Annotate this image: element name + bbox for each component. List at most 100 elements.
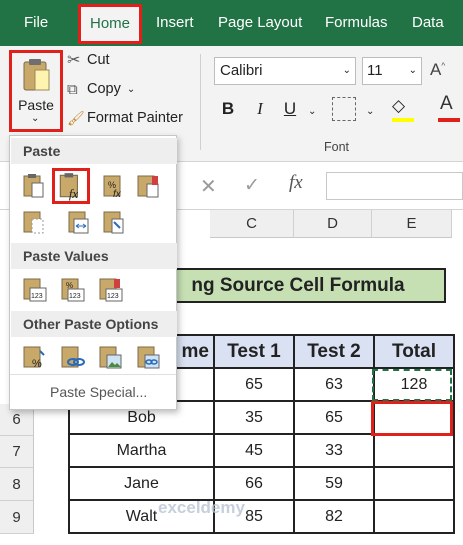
transpose-icon[interactable]	[100, 208, 128, 236]
font-size-select[interactable]: 11 ⌄	[362, 57, 422, 85]
cell-name[interactable]: Jane	[68, 466, 215, 501]
chevron-down-icon: ⌄	[31, 113, 40, 124]
row-header-8[interactable]: 8	[0, 468, 34, 501]
row-header-9[interactable]: 9	[0, 501, 34, 534]
enter-icon[interactable]: ✓	[244, 174, 260, 197]
tab-data[interactable]: Data	[412, 0, 444, 46]
paste-values-source-formatting-icon[interactable]: 123	[96, 275, 124, 303]
paste-formulas-number-formatting-icon[interactable]: %fx	[100, 172, 128, 200]
paste-values-icon[interactable]: 123	[20, 275, 48, 303]
clipboard-icon	[23, 59, 50, 91]
paste-special-item[interactable]: Paste Special...	[50, 384, 147, 400]
no-borders-icon[interactable]	[20, 208, 48, 236]
cell-total[interactable]	[373, 433, 455, 468]
column-header-c[interactable]: C	[210, 210, 294, 238]
format-painter-button[interactable]: 🖌 Format Painter	[67, 105, 183, 131]
cell-total[interactable]	[373, 466, 455, 501]
chevron-down-icon: ⌄	[126, 83, 136, 95]
chevron-down-icon[interactable]: ⌄	[366, 106, 374, 117]
cell-test-2[interactable]: 65	[293, 400, 375, 435]
svg-text:fx: fx	[113, 189, 122, 200]
cut-label: Cut	[87, 52, 110, 68]
cell-name[interactable]: Martha	[68, 433, 215, 468]
tab-insert[interactable]: Insert	[156, 0, 194, 46]
font-name-value: Calibri	[220, 62, 263, 79]
cell-test-2[interactable]: 33	[293, 433, 375, 468]
row-header-7[interactable]: 7	[0, 436, 34, 468]
table-row: Jane 66 59	[68, 466, 455, 501]
cell-test-1[interactable]: 65	[213, 367, 295, 402]
scissors-icon: ✂	[67, 52, 81, 69]
other-paste-options-section-header: Other Paste Options	[11, 311, 177, 337]
copy-label: Copy	[87, 81, 121, 97]
chevron-down-icon: ⌄	[342, 65, 351, 76]
cell-total[interactable]	[373, 499, 455, 534]
paste-formulas-icon: fx	[59, 173, 79, 201]
menu-divider	[10, 374, 176, 375]
svg-text:%: %	[32, 358, 42, 370]
bold-icon[interactable]: B	[214, 96, 242, 122]
svg-text:fx: fx	[69, 187, 79, 201]
insert-function-icon[interactable]: fx	[289, 172, 303, 194]
format-painter-label: Format Painter	[87, 110, 183, 126]
paste-options-menu: Paste fx % fx Paste Values 123 % 123 123 O…	[9, 135, 177, 410]
cell-test-2[interactable]: 59	[293, 466, 375, 501]
tab-home[interactable]: Home	[78, 4, 143, 44]
cancel-icon[interactable]: ✕	[200, 174, 217, 199]
header-total[interactable]: Total	[373, 334, 455, 369]
paste-link-icon[interactable]	[58, 343, 86, 371]
sheet-title-banner: ng Source Cell Formula	[150, 268, 446, 303]
copy-button[interactable]: ⧉ Copy ⌄	[67, 76, 135, 102]
fill-color-icon[interactable]: ◇	[392, 96, 405, 116]
linked-picture-icon[interactable]	[134, 343, 162, 371]
paste-formatting-icon[interactable]: %	[20, 343, 48, 371]
borders-icon[interactable]	[332, 97, 356, 121]
column-header-d[interactable]: D	[294, 210, 372, 238]
cell-test-1[interactable]: 35	[213, 400, 295, 435]
font-group-label: Font	[324, 140, 350, 154]
increase-font-icon[interactable]: A^	[430, 60, 445, 80]
paintbrush-icon: 🖌	[67, 109, 85, 126]
underline-icon[interactable]: U	[276, 96, 304, 122]
table-row: Martha 45 33	[68, 433, 455, 468]
tab-file[interactable]: File	[24, 0, 48, 46]
italic-icon[interactable]: I	[246, 96, 274, 122]
cell-test-2[interactable]: 82	[293, 499, 375, 534]
paste-button[interactable]: Paste ⌄	[9, 50, 63, 132]
cut-button[interactable]: ✂ Cut	[67, 47, 110, 73]
ribbon-divider	[200, 54, 201, 150]
header-test-1[interactable]: Test 1	[213, 334, 295, 369]
active-cell-highlight[interactable]	[371, 401, 453, 436]
header-test-2[interactable]: Test 2	[293, 334, 375, 369]
paste-picture-icon[interactable]	[96, 343, 124, 371]
keep-source-formatting-icon[interactable]	[134, 172, 162, 200]
svg-text:123: 123	[107, 293, 119, 300]
keep-source-column-widths-icon[interactable]	[65, 208, 93, 236]
paste-section-header: Paste	[11, 138, 177, 164]
watermark-logo: exceldemy	[158, 498, 245, 517]
copy-icon: ⧉	[67, 80, 78, 98]
paste-formulas-button[interactable]: fx	[52, 168, 90, 204]
font-name-select[interactable]: Calibri ⌄	[214, 57, 356, 85]
copy-marquee	[372, 369, 452, 401]
cell-test-2[interactable]: 63	[293, 367, 375, 402]
svg-text:123: 123	[31, 293, 43, 300]
paste-values-number-formatting-icon[interactable]: %123	[58, 275, 86, 303]
cell-test-1[interactable]: 66	[213, 466, 295, 501]
font-color-icon[interactable]: A	[440, 93, 453, 115]
column-header-e[interactable]: E	[372, 210, 452, 238]
font-size-value: 11	[367, 62, 383, 79]
fill-color-swatch	[392, 118, 414, 122]
paste-icon[interactable]	[20, 172, 48, 200]
svg-text:123: 123	[69, 293, 81, 300]
tab-formulas[interactable]: Formulas	[325, 0, 388, 46]
font-color-swatch	[438, 118, 460, 122]
table-row: Walt 85 82	[68, 499, 455, 534]
chevron-down-icon[interactable]: ⌄	[308, 106, 316, 117]
cell-test-1[interactable]: 45	[213, 433, 295, 468]
tab-page-layout[interactable]: Page Layout	[218, 0, 302, 46]
chevron-down-icon: ⌄	[408, 65, 417, 76]
paste-label: Paste	[18, 97, 54, 113]
paste-values-section-header: Paste Values	[11, 243, 177, 269]
formula-input[interactable]	[326, 172, 463, 200]
